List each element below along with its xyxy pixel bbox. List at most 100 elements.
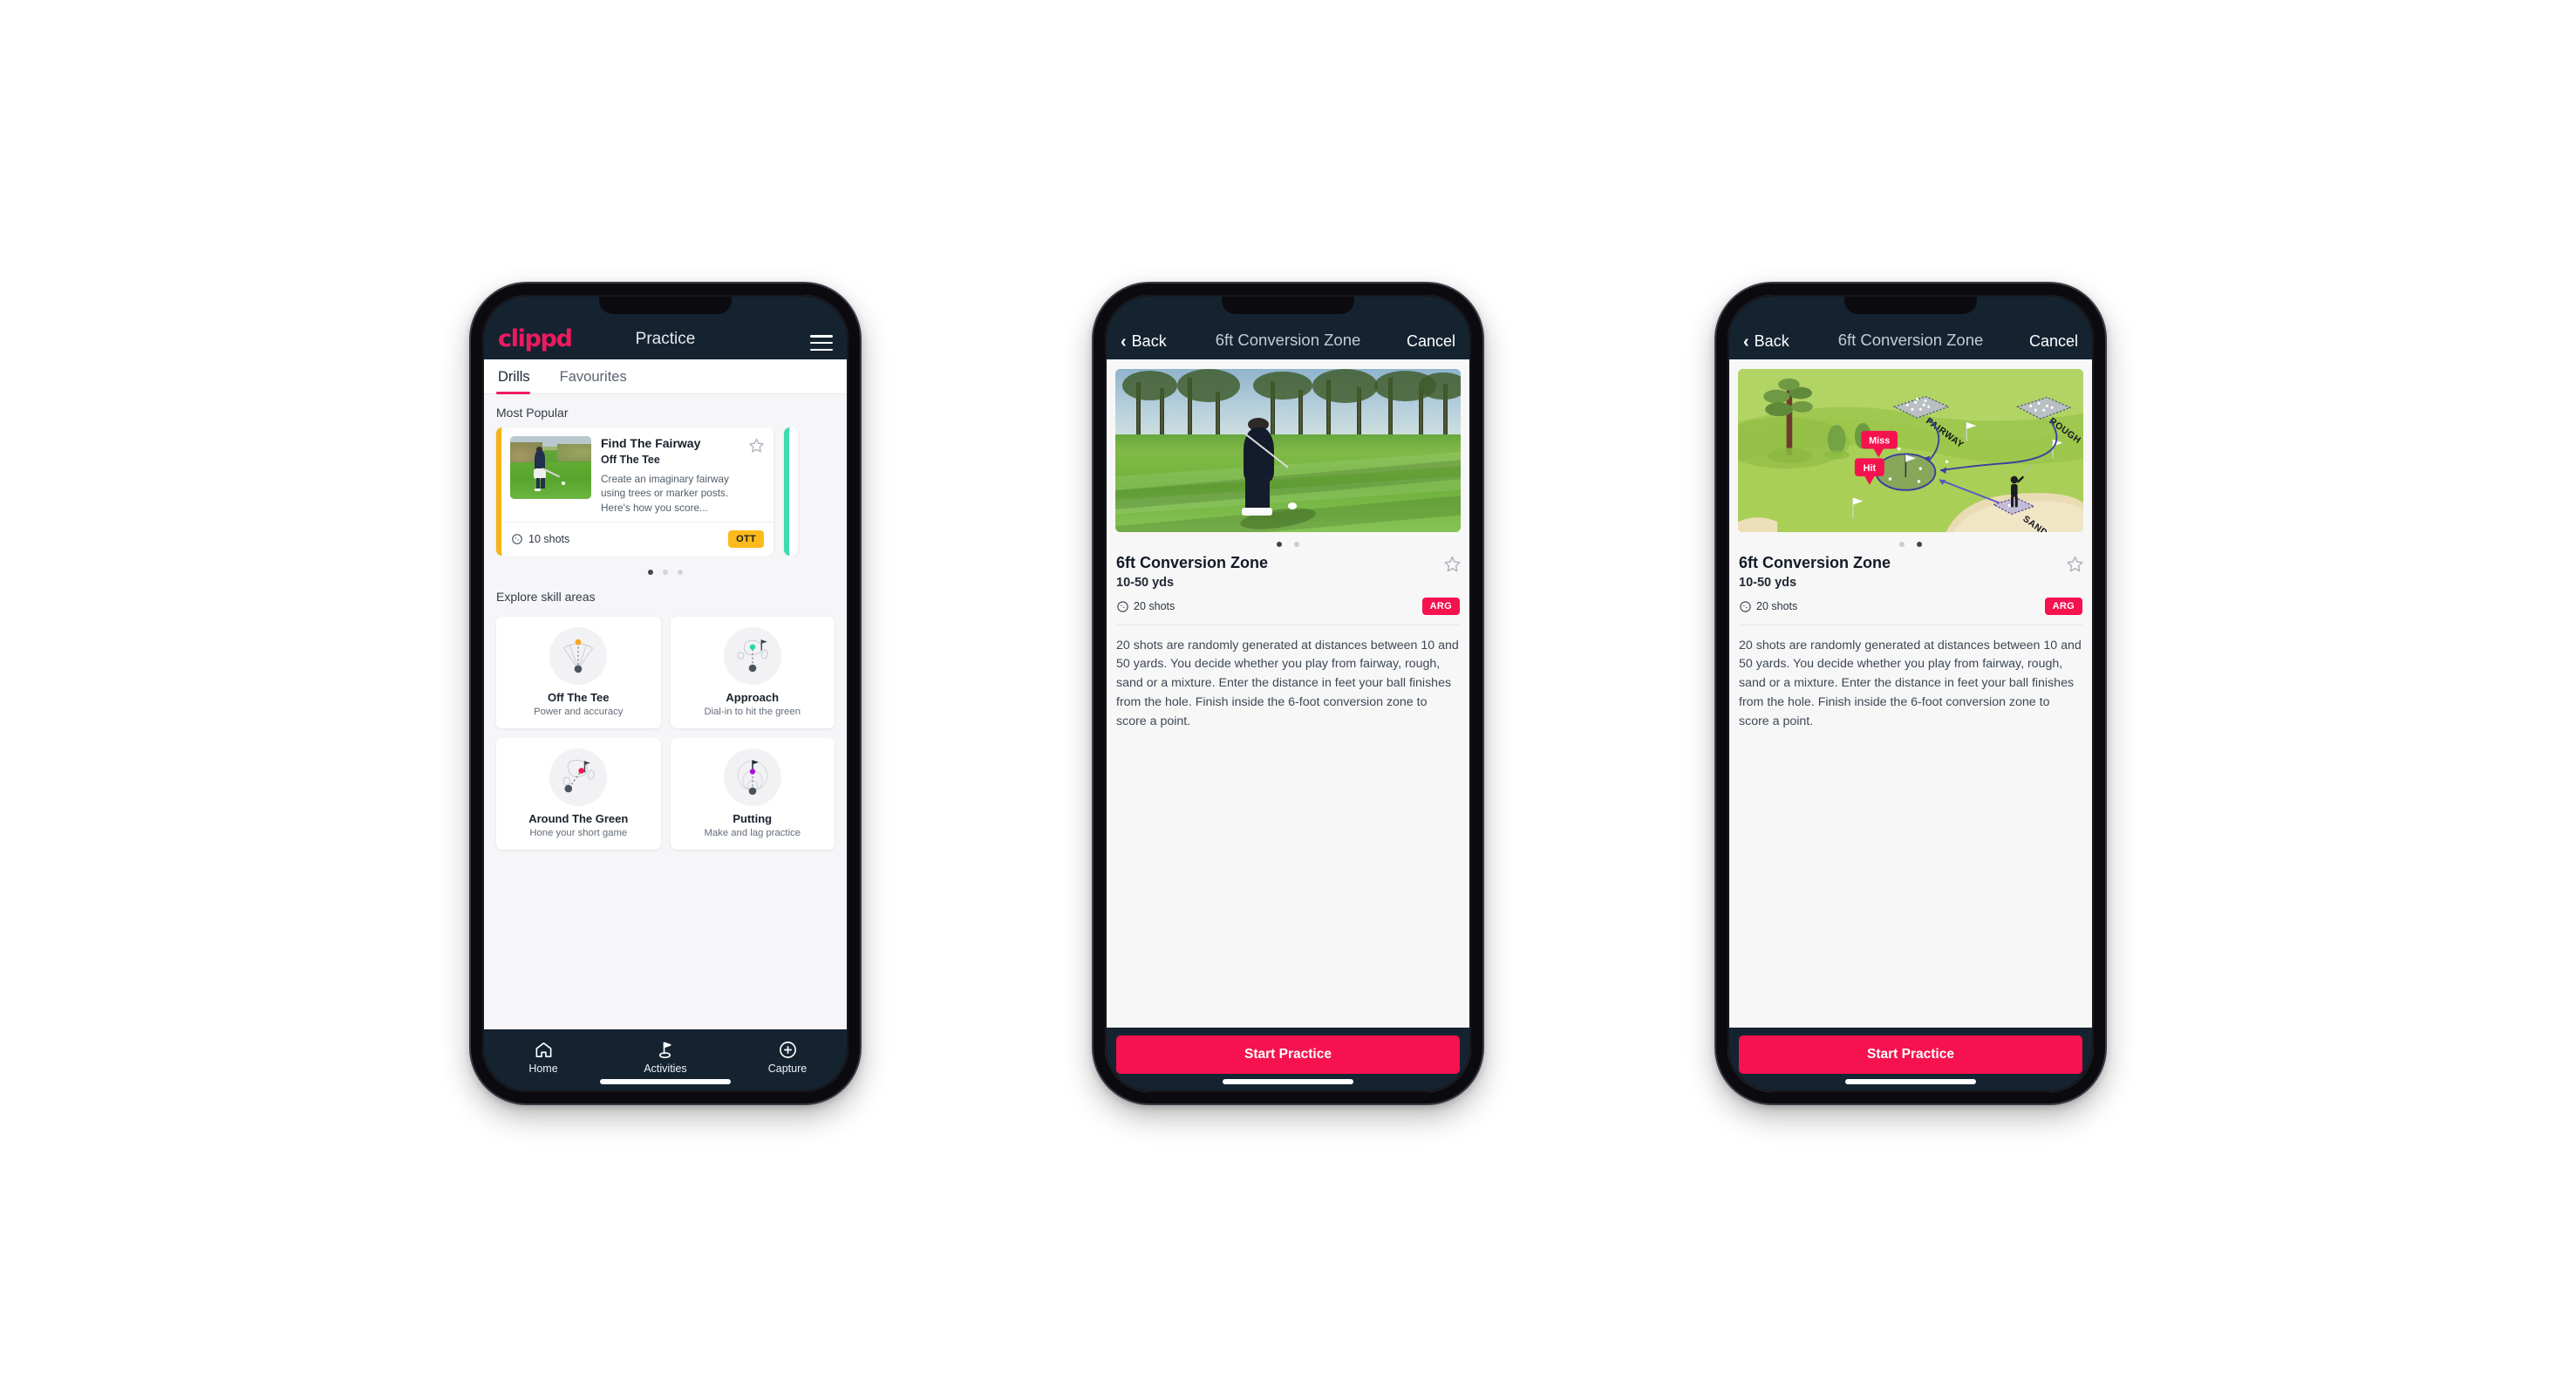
tee-dispersion-icon (549, 627, 608, 686)
carousel-dot-1[interactable] (648, 570, 653, 576)
section-most-popular-title: Most Popular (496, 406, 569, 420)
start-practice-button[interactable]: Start Practice (1739, 1035, 2082, 1074)
cancel-button[interactable]: Cancel (1407, 332, 1455, 351)
drill-detail-header: 6ft Conversion Zone 10-50 yds 20 shots A… (1105, 554, 1471, 615)
nav-item-capture[interactable]: Capture (726, 1039, 848, 1075)
media-dot-2[interactable] (1294, 542, 1299, 547)
phone-mockup-practice: clippd Practice Drills Favourites Most P… (471, 284, 860, 1103)
nav-label: Home (528, 1062, 558, 1075)
drill-distance: 10-50 yds (1116, 575, 1175, 590)
drill-title-row: 6ft Conversion Zone 10-50 yds (1739, 554, 2083, 590)
drill-shots-label: 10 shots (528, 533, 570, 546)
drill-detail-body: 6ft Conversion Zone 10-50 yds 20 shots A… (1105, 359, 1471, 1092)
star-outline-icon[interactable] (748, 437, 765, 454)
drill-detail-header: 6ft Conversion Zone 10-50 yds 20 shots A… (1728, 554, 2094, 615)
nav-item-activities[interactable]: Activities (604, 1039, 726, 1075)
drill-card-top: Find The Fairway Off The Tee Create an i… (501, 427, 773, 522)
start-practice-button[interactable]: Start Practice (1116, 1035, 1460, 1074)
phone-mockup-drill-detail-photo: ‹ Back 6ft Conversion Zone Cancel 6ft Co… (1094, 284, 1482, 1103)
plus-circle-icon (726, 1039, 848, 1060)
carousel-dot-3[interactable] (678, 570, 683, 576)
drill-shots-label: 20 shots (1134, 599, 1176, 612)
skill-card-approach[interactable]: Approach Dial-in to hit the green (670, 617, 835, 729)
media-dot-1[interactable] (1899, 542, 1905, 547)
drill-title: 6ft Conversion Zone (1116, 554, 1269, 571)
home-indicator (1223, 1079, 1353, 1084)
media-dot-1[interactable] (1277, 542, 1282, 547)
drill-skill-badge: ARG (1421, 597, 1460, 615)
back-label: Back (1754, 332, 1789, 350)
drill-skill-badge: OTT (728, 530, 764, 549)
tab-bar: Drills Favourites (482, 359, 848, 394)
star-outline-icon[interactable] (2066, 555, 2083, 572)
chevron-left-icon: ‹ (1121, 331, 1127, 352)
drill-card-next-peek[interactable] (784, 427, 798, 557)
skill-card-putting[interactable]: Putting Make and lag practice (670, 738, 835, 851)
chevron-left-icon: ‹ (1743, 331, 1749, 352)
hamburger-icon[interactable] (810, 335, 833, 351)
carousel-pagination[interactable] (482, 556, 848, 578)
drill-detail-body: FAIRWAY ROUGH SAND Miss Hit 6ft Conversi… (1728, 359, 2094, 1092)
drill-description: 20 shots are randomly generated at dista… (1116, 638, 1459, 728)
cancel-label: Cancel (2028, 332, 2078, 350)
practice-scroll-area[interactable]: Most Popular Find The Fairway Off The Te… (482, 394, 848, 1029)
drill-meta-row: 20 shots ARG (1739, 597, 2082, 615)
phone2-screen: ‹ Back 6ft Conversion Zone Cancel 6ft Co… (1105, 295, 1471, 1092)
drill-shots-label: 20 shots (1756, 599, 1798, 612)
clippd-logo[interactable]: clippd (498, 327, 573, 351)
media-pagination[interactable] (1105, 532, 1471, 554)
drill-card-footer: 10 shots OTT (501, 522, 773, 556)
nav-item-home[interactable]: Home (482, 1039, 604, 1075)
screenshot-canvas: clippd Practice Drills Favourites Most P… (0, 0, 2576, 1387)
drill-card[interactable]: Find The Fairway Off The Tee Create an i… (496, 427, 773, 557)
skill-card-desc: Dial-in to hit the green (704, 707, 801, 718)
skill-card-title: Around The Green (528, 812, 629, 826)
home-indicator (600, 1079, 731, 1084)
carousel-dot-2[interactable] (663, 570, 668, 576)
skill-card-off-the-tee[interactable]: Off The Tee Power and accuracy (496, 617, 661, 729)
chip-green-icon (549, 748, 608, 807)
section-explore-title: Explore skill areas (496, 590, 596, 605)
drill-thumbnail (510, 436, 591, 499)
drill-skill-badge: ARG (2044, 597, 2082, 615)
phone1-screen: clippd Practice Drills Favourites Most P… (482, 295, 848, 1092)
star-outline-icon[interactable] (1443, 555, 1461, 572)
skill-card-desc: Power and accuracy (534, 707, 624, 718)
drill-card-meta: Find The Fairway Off The Tee Create an i… (601, 436, 739, 515)
phone-notch (599, 295, 732, 314)
drill-category: Off The Tee (601, 453, 660, 466)
skill-card-desc: Make and lag practice (704, 828, 801, 839)
drill-carousel[interactable]: Find The Fairway Off The Tee Create an i… (482, 427, 848, 557)
back-button[interactable]: ‹ Back (1121, 332, 1167, 351)
drill-shots: 10 shots (511, 533, 569, 545)
phone3-screen: ‹ Back 6ft Conversion Zone Cancel FAIRWA… (1728, 295, 2094, 1092)
nav-label: Activities (644, 1062, 687, 1075)
shots-icon (511, 533, 523, 545)
home-indicator (1845, 1079, 1976, 1084)
svg-text:Miss: Miss (1869, 435, 1890, 446)
phone-mockup-drill-detail-illustration: ‹ Back 6ft Conversion Zone Cancel FAIRWA… (1716, 284, 2105, 1103)
tab-drills[interactable]: Drills (496, 359, 544, 394)
skill-card-title: Approach (726, 691, 780, 705)
nav-label: Capture (767, 1062, 808, 1075)
tab-favourites[interactable]: Favourites (558, 359, 641, 393)
drill-media-photo[interactable] (1115, 369, 1461, 532)
drill-distance: 10-50 yds (1739, 575, 1797, 590)
phone-notch (1222, 295, 1354, 314)
back-label: Back (1131, 332, 1167, 350)
skill-card-around-the-green[interactable]: Around The Green Hone your short game (496, 738, 661, 851)
drill-title: Find The Fairway (601, 436, 701, 450)
shots-icon (1739, 600, 1751, 612)
skill-card-desc: Hone your short game (529, 828, 628, 839)
golfer-photo (1115, 369, 1461, 532)
golf-flag-icon (604, 1039, 726, 1060)
cancel-button[interactable]: Cancel (2029, 332, 2078, 351)
drill-media-illustration[interactable]: FAIRWAY ROUGH SAND Miss Hit (1738, 369, 2083, 532)
golf-hole-illustration: FAIRWAY ROUGH SAND Miss Hit (1738, 369, 2083, 532)
phone-notch (1844, 295, 1977, 314)
media-dot-2[interactable] (1917, 542, 1922, 547)
media-pagination[interactable] (1728, 532, 2094, 554)
drill-shots: 20 shots (1116, 600, 1175, 612)
back-button[interactable]: ‹ Back (1743, 332, 1789, 351)
drill-description: 20 shots are randomly generated at dista… (1739, 638, 2082, 728)
